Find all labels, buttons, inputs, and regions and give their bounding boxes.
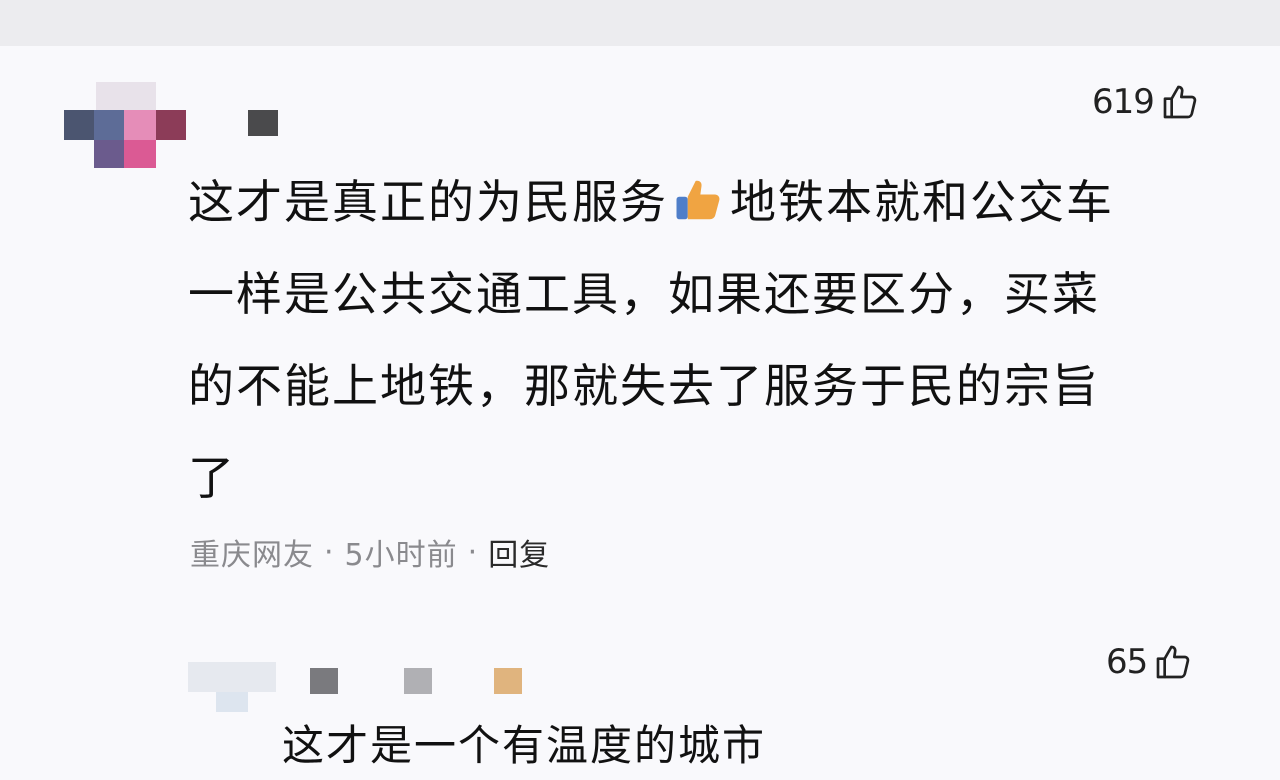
- comment-meta: 重庆网友 · 5小时前 · 回复: [190, 530, 550, 574]
- comment-line: 的不能上地铁，那就失去了服务于民的宗旨: [188, 359, 1100, 413]
- thumbs-up-icon: [1163, 85, 1197, 119]
- like-button[interactable]: 619: [1092, 82, 1200, 122]
- username-mosaic: [310, 668, 530, 694]
- thumbs-up-emoji-icon: [672, 164, 726, 220]
- timestamp: 5小时前: [344, 538, 458, 573]
- comment-body: 这才是一个有温度的城市: [282, 721, 767, 770]
- thumbs-up-icon: [1156, 645, 1190, 679]
- comment-panel: 619 这才是真正的为民服务 地铁本就和公交车 一样是公共交通工具，如果还要区分…: [0, 46, 1280, 780]
- comment-line: 一样是公共交通工具，如果还要区分，买菜: [188, 267, 1100, 321]
- like-count: 619: [1092, 82, 1155, 122]
- top-strip: [0, 0, 1280, 46]
- comment-body: 这才是真正的为民服务 地铁本就和公交车 一样是公共交通工具，如果还要区分，买菜 …: [188, 156, 1228, 524]
- username-mosaic: [248, 110, 278, 136]
- like-button[interactable]: 65: [1106, 642, 1193, 682]
- reply-button[interactable]: 回复: [488, 530, 550, 574]
- comment-line: 了: [188, 451, 236, 505]
- separator: ·: [467, 534, 479, 570]
- location-label: 重庆网友: [190, 538, 314, 573]
- avatar-mosaic[interactable]: [188, 662, 280, 712]
- separator: ·: [324, 534, 335, 570]
- avatar-mosaic[interactable]: [64, 82, 189, 172]
- like-count: 65: [1106, 642, 1148, 682]
- comment-line: 这才是真正的为民服务 地铁本就和公交车: [188, 156, 1228, 248]
